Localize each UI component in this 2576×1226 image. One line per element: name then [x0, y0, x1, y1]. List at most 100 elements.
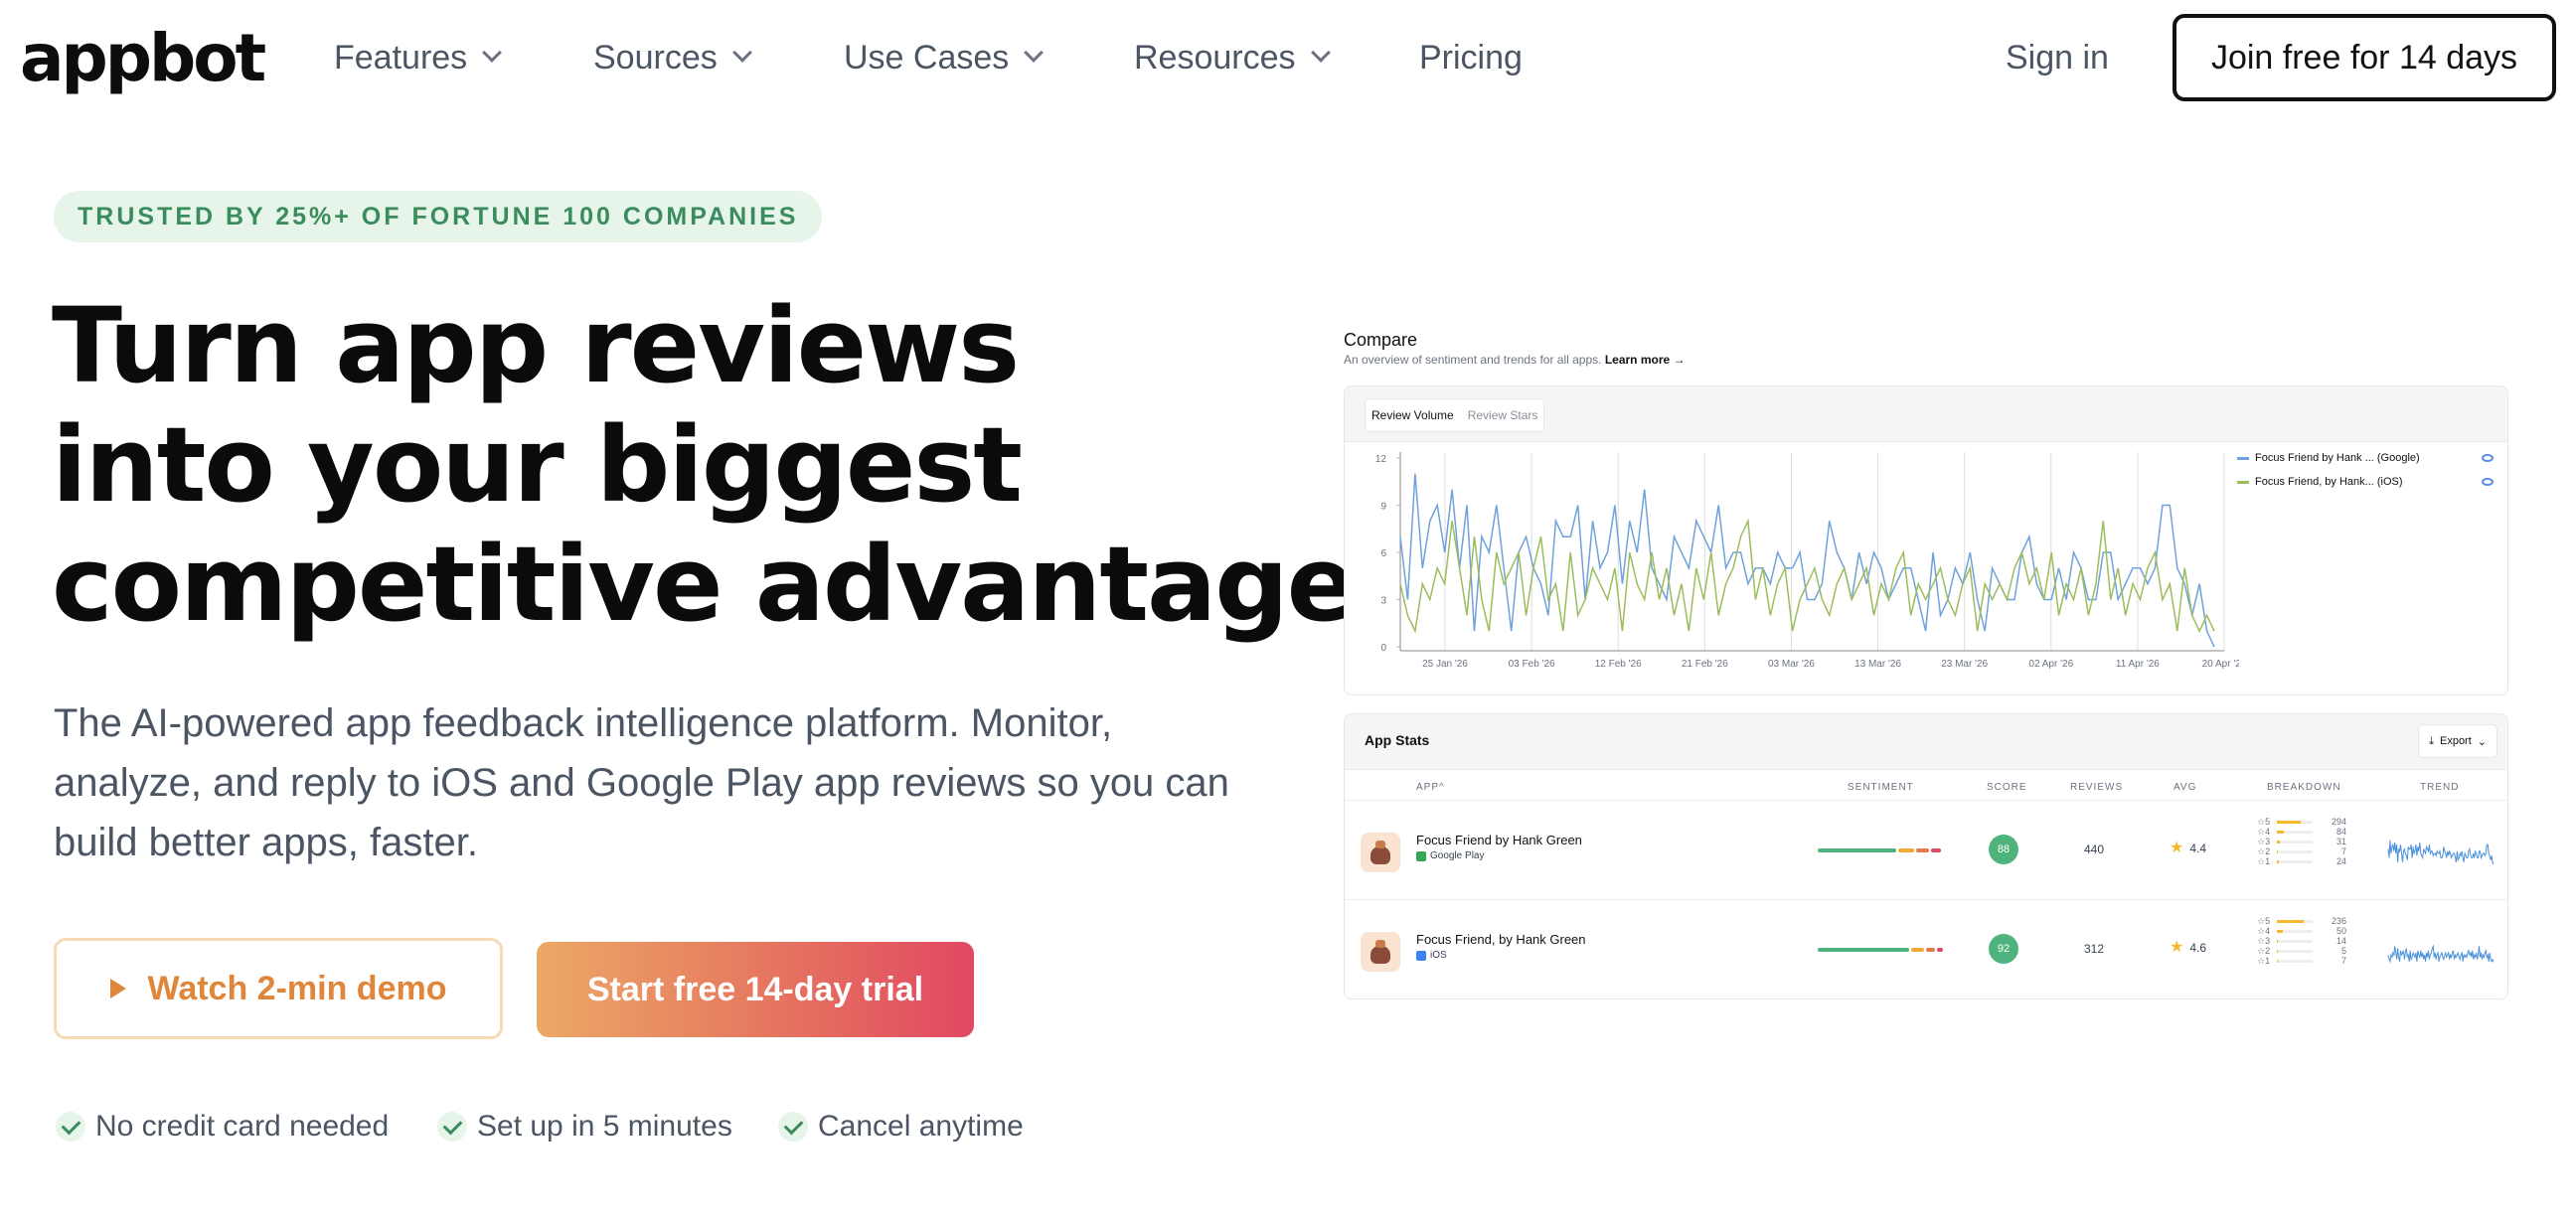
legend-swatch — [2237, 480, 2249, 484]
column-header-reviews[interactable]: REVIEWS — [2070, 782, 2123, 793]
average-value: 4.4 — [2189, 842, 2207, 855]
average-rating: ★ 4.4 — [2170, 841, 2207, 856]
average-rating: ★ 4.6 — [2170, 940, 2206, 956]
x-tick-label: 21 Feb '26 — [1682, 659, 1728, 670]
nav-resources[interactable]: Resources — [1134, 34, 1331, 81]
sign-in-link[interactable]: Sign in — [2006, 34, 2109, 81]
chevron-down-icon — [731, 43, 752, 63]
series-line-0 — [1399, 473, 2215, 648]
column-header-sentiment[interactable]: SENTIMENT — [1848, 782, 1914, 793]
chart-header: Review Volume Review Stars — [1345, 386, 2507, 442]
appbot-logo[interactable]: appbot — [20, 14, 266, 103]
breakdown-fill — [2277, 919, 2305, 923]
app-name[interactable]: Focus Friend, by Hank Green — [1416, 932, 1586, 947]
app-stats-header: App Stats ⤓ Export ⌄ — [1345, 714, 2507, 770]
breakdown-row: ☆1 24 — [2257, 856, 2366, 867]
eye-icon[interactable] — [2482, 454, 2494, 462]
breakdown-fill — [2277, 840, 2280, 843]
play-icon — [109, 979, 126, 998]
breakdown-track — [2277, 830, 2313, 834]
sentiment-segment — [1911, 948, 1924, 952]
tab-review-stars[interactable]: Review Stars — [1468, 408, 1538, 422]
legend-swatch — [2237, 456, 2249, 460]
tab-review-volume[interactable]: Review Volume — [1371, 408, 1454, 422]
breakdown-count: 236 — [2331, 916, 2346, 926]
column-header-score[interactable]: SCORE — [1987, 782, 2027, 793]
breakdown-row: ☆3 14 — [2257, 936, 2366, 947]
eye-icon[interactable] — [2482, 478, 2494, 486]
nav-features[interactable]: Features — [334, 34, 503, 81]
app-source: Google Play — [1416, 850, 1484, 861]
watch-demo-button[interactable]: Watch 2-min demo — [54, 938, 503, 1039]
join-free-button[interactable]: Join free for 14 days — [2173, 14, 2556, 101]
breakdown-row: ☆1 7 — [2257, 955, 2366, 967]
breakdown-fill — [2277, 929, 2283, 933]
nav-pricing[interactable]: Pricing — [1419, 34, 1523, 81]
review-count: 440 — [2083, 843, 2105, 856]
legend-item-google[interactable]: Focus Friend by Hank ... (Google) — [2237, 446, 2496, 470]
column-header-label: APP — [1416, 782, 1440, 793]
breakdown-fill — [2277, 949, 2278, 953]
start-trial-button[interactable]: Start free 14-day trial — [537, 942, 974, 1037]
nav-use-cases[interactable]: Use Cases — [844, 34, 1045, 81]
breakdown-star-label: ☆1 — [2257, 955, 2271, 966]
table-row[interactable]: Focus Friend, by Hank Green iOS 92 312 ★… — [1345, 899, 2507, 998]
nav-resources-label: Resources — [1134, 39, 1296, 77]
perk-no-credit-card: No credit card needed — [56, 1105, 389, 1149]
perk-label: Cancel anytime — [818, 1110, 1024, 1143]
breakdown-count: 294 — [2331, 817, 2346, 827]
rating-breakdown: ☆5 236 ☆4 50 ☆3 14 ☆2 5 ☆1 7 — [2257, 916, 2366, 967]
app-name[interactable]: Focus Friend by Hank Green — [1416, 833, 1582, 847]
chevron-down-icon — [482, 43, 503, 63]
x-tick-label: 23 Mar '26 — [1941, 659, 1988, 670]
breakdown-count: 5 — [2340, 946, 2346, 956]
review-count: 312 — [2083, 942, 2105, 956]
check-icon — [437, 1112, 467, 1142]
breakdown-row: ☆4 50 — [2257, 926, 2366, 937]
table-row[interactable]: Focus Friend by Hank Green Google Play 8… — [1345, 800, 2507, 899]
breakdown-row: ☆5 236 — [2257, 916, 2366, 927]
breakdown-row: ☆4 84 — [2257, 827, 2366, 838]
legend-item-ios[interactable]: Focus Friend, by Hank... (iOS) — [2237, 470, 2496, 494]
breakdown-fill — [2277, 939, 2279, 943]
app-stats-panel: App Stats ⤓ Export ⌄ APP^ SENTIMENT SCORE … — [1344, 713, 2508, 999]
x-tick-label: 12 Feb '26 — [1595, 659, 1642, 670]
column-header-avg[interactable]: AVG — [2174, 782, 2196, 793]
x-tick-label: 03 Feb '26 — [1509, 659, 1555, 670]
chevron-down-icon: ⌄ — [2477, 735, 2487, 748]
trend-sparkline — [2387, 944, 2495, 964]
nav-use-cases-label: Use Cases — [844, 39, 1010, 77]
nav-sources[interactable]: Sources — [593, 34, 752, 81]
breakdown-track — [2277, 840, 2313, 843]
breakdown-row: ☆2 5 — [2257, 946, 2366, 957]
hero-headline: Turn app reviews into your biggest compe… — [52, 286, 1357, 644]
export-button[interactable]: ⤓ Export ⌄ — [2418, 724, 2497, 758]
y-tick-label: 3 — [1380, 596, 1386, 607]
review-volume-chart: 12 9 6 3 0 25 Jan '26 03 Feb '26 12 Feb '26 21 F… — [1375, 452, 2239, 670]
x-tick-label: 03 Mar '26 — [1768, 659, 1815, 670]
breakdown-count: 7 — [2340, 956, 2346, 966]
nav-pricing-label: Pricing — [1419, 39, 1523, 77]
score-badge: 92 — [1989, 934, 2018, 964]
compare-subtitle-text: An overview of sentiment and trends for … — [1344, 353, 1602, 367]
breakdown-track — [2277, 919, 2313, 923]
compare-title: Compare — [1344, 330, 1418, 350]
sentiment-segment — [1818, 848, 1897, 852]
learn-more-link[interactable]: Learn more → — [1605, 353, 1686, 367]
breakdown-fill — [2277, 820, 2302, 824]
sentiment-segment — [1915, 848, 1929, 852]
breakdown-track — [2277, 959, 2313, 963]
x-tick-label: 20 Apr '26 — [2202, 659, 2239, 670]
sparkline-path — [2387, 944, 2495, 964]
breakdown-fill — [2277, 830, 2284, 834]
x-tick-label: 02 Apr '26 — [2028, 659, 2073, 670]
y-tick-label: 12 — [1375, 454, 1387, 465]
column-header-app[interactable]: APP^ — [1416, 782, 1445, 793]
perk-cancel-anytime: Cancel anytime — [778, 1105, 1024, 1149]
chevron-down-icon — [1310, 43, 1331, 63]
hero-subtext: The AI-powered app feedback intelligence… — [54, 701, 1229, 864]
app-icon — [1361, 932, 1400, 972]
y-tick-label: 0 — [1380, 643, 1386, 654]
app-source-label: Google Play — [1430, 850, 1485, 861]
breakdown-fill — [2277, 959, 2278, 963]
